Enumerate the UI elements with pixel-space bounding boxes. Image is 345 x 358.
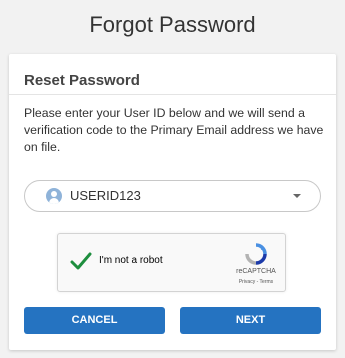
- captcha-label: I'm not a robot: [99, 255, 163, 266]
- checkmark-icon[interactable]: [70, 250, 92, 272]
- recaptcha-logo-icon: [245, 243, 267, 265]
- user-avatar-icon: [46, 188, 62, 204]
- instructions-text: Please enter your User ID below and we w…: [24, 106, 324, 154]
- recaptcha-widget: I'm not a robot reCAPTCHA Privacy - Term…: [57, 233, 286, 292]
- user-id-value: USERID123: [70, 188, 141, 203]
- next-button[interactable]: NEXT: [180, 307, 321, 334]
- chevron-down-icon: [293, 194, 301, 198]
- reset-password-card: Reset Password Please enter your User ID…: [9, 54, 336, 350]
- page-title: Forgot Password: [89, 12, 256, 37]
- captcha-links[interactable]: Privacy - Terms: [226, 279, 286, 285]
- card-title: Reset Password: [24, 72, 140, 89]
- captcha-brand: reCAPTCHA: [236, 268, 276, 275]
- user-id-select[interactable]: USERID123: [24, 180, 321, 212]
- divider: [9, 94, 336, 95]
- cancel-button[interactable]: CANCEL: [24, 307, 165, 334]
